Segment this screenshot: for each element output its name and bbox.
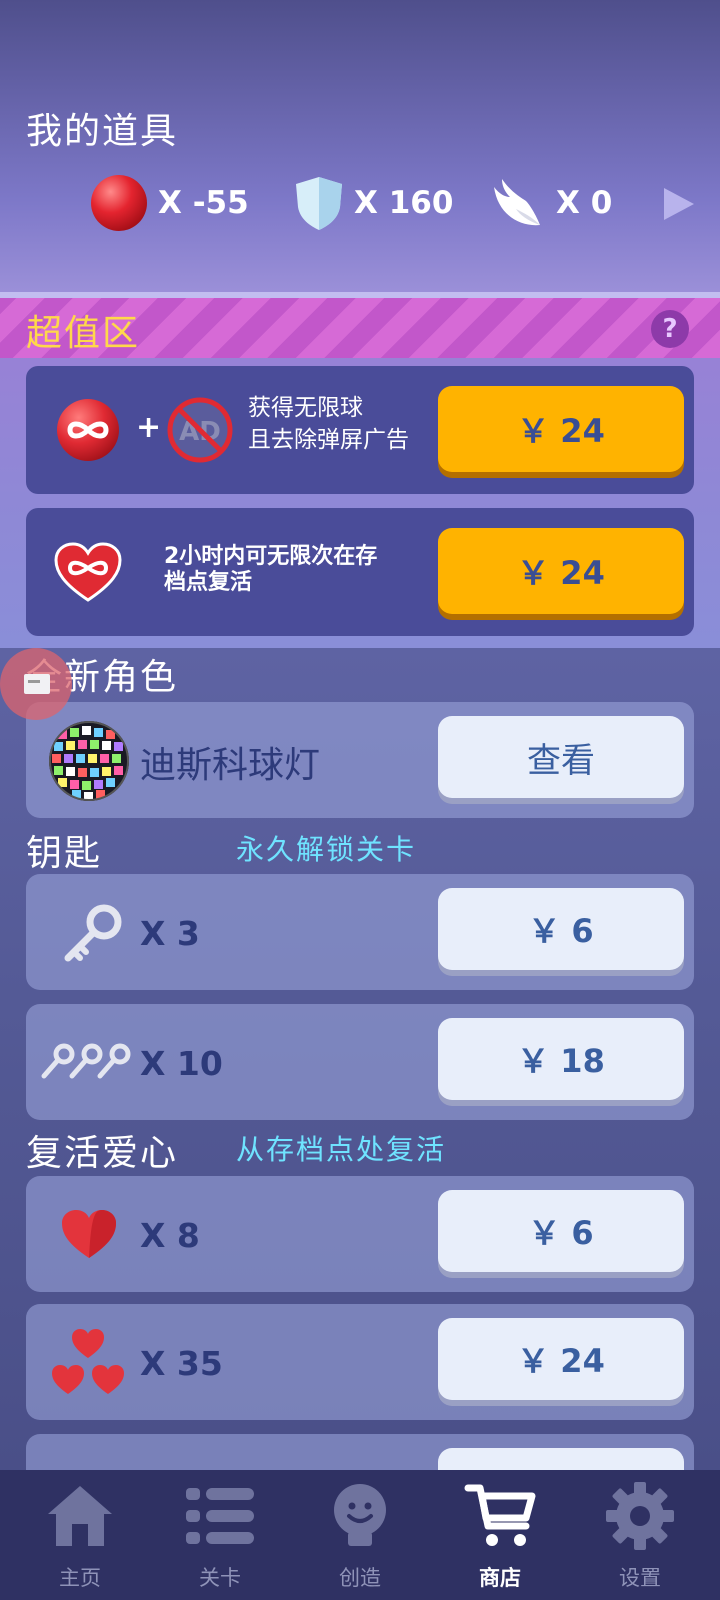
super-value-header: 超值区 ?: [0, 298, 720, 358]
home-icon: [48, 1486, 112, 1546]
cart-icon: [464, 1484, 536, 1546]
no-ads-icon: AD: [167, 397, 233, 463]
view-character-button[interactable]: 查看: [438, 716, 684, 798]
buy-key-pack-10-button[interactable]: ￥ 18: [438, 1018, 684, 1100]
key-icon: [64, 904, 122, 962]
help-button[interactable]: ?: [651, 310, 689, 348]
heart-pack-35-qty: X 35: [140, 1344, 223, 1383]
shield-icon: [296, 177, 342, 230]
red-ball-icon: [91, 175, 147, 231]
key-pack-10: X 10 ￥ 18: [26, 1004, 694, 1120]
inventory-balls: X -55: [90, 172, 249, 234]
keys-section-subtitle: 永久解锁关卡: [236, 833, 417, 866]
buy-unlimited-button[interactable]: ￥ 24: [438, 386, 684, 472]
keys-bundle-icon: [41, 1043, 131, 1079]
offer-unlimited-line1: 获得无限球: [248, 395, 363, 421]
lightbulb-icon: [334, 1484, 386, 1546]
nav-home[interactable]: 主页: [8, 1470, 152, 1600]
nav-home-label: 主页: [59, 1566, 101, 1590]
heart-icon: [62, 1210, 116, 1258]
buy-heart-pack-8-button[interactable]: ￥ 6: [438, 1190, 684, 1272]
buy-revive-button[interactable]: ￥ 24: [438, 528, 684, 614]
floating-assist-button[interactable]: [0, 648, 72, 720]
heart-pack-35: X 35 ￥ 24: [26, 1304, 694, 1420]
offer-unlimited-revive: 2小时内可无限次在存 档点复活 ￥ 24: [26, 508, 694, 636]
character-name: 迪斯科球灯: [140, 745, 321, 786]
offer-revive-line1: 2小时内可无限次在存: [164, 544, 378, 569]
nav-levels[interactable]: 关卡: [148, 1470, 292, 1600]
infinity-heart-icon: [54, 542, 122, 602]
list-icon: [186, 1488, 254, 1544]
keys-section-title: 钥匙: [26, 833, 103, 874]
buy-heart-pack-35-button[interactable]: ￥ 24: [438, 1318, 684, 1400]
balls-count: X -55: [158, 185, 249, 221]
infinity-ball-icon: [57, 399, 119, 461]
offer-revive-desc: 2小时内可无限次在存 档点复活: [164, 544, 377, 596]
hearts-section-title: 复活爱心: [26, 1133, 179, 1174]
hearts-bundle-icon: [52, 1329, 124, 1394]
nav-shop-label: 商店: [479, 1566, 521, 1590]
offer-revive-line2: 档点复活: [164, 570, 253, 595]
nav-shop[interactable]: 商店: [428, 1470, 572, 1600]
gear-icon: [606, 1482, 674, 1550]
plus-icon: +: [136, 410, 162, 445]
inventory-header: 我的道具 X -55 X 160 X 0: [0, 0, 720, 298]
hearts-section-subtitle: 从存档点处复活: [236, 1133, 447, 1166]
bottom-navigation: 主页 关卡 创造 商店 设置: [0, 1470, 720, 1600]
character-card-disco: 迪斯科球灯 查看: [26, 702, 694, 818]
super-value-zone: 超值区 ? + AD 获得无限球 且去除弹屏广告 ￥ 24: [0, 298, 720, 648]
key-pack-3: X 3 ￥ 6: [26, 874, 694, 990]
nav-levels-label: 关卡: [199, 1566, 241, 1590]
nav-settings-label: 设置: [619, 1566, 661, 1590]
window-icon: [24, 674, 50, 694]
key-pack-3-qty: X 3: [140, 914, 200, 953]
wing-icon: [494, 179, 540, 226]
nav-create[interactable]: 创造: [288, 1470, 432, 1600]
inventory-shields: X 160: [294, 172, 453, 234]
heart-pack-8-qty: X 8: [140, 1216, 200, 1255]
buy-key-pack-3-button[interactable]: ￥ 6: [438, 888, 684, 970]
nav-settings[interactable]: 设置: [568, 1470, 712, 1600]
offer-unlimited-line2: 且去除弹屏广告: [248, 427, 409, 453]
inventory-next-arrow-icon[interactable]: [664, 188, 694, 220]
inventory-wings: X 0: [490, 172, 612, 234]
heart-pack-8: X 8 ￥ 6: [26, 1176, 694, 1292]
key-pack-10-qty: X 10: [140, 1044, 223, 1083]
shields-count: X 160: [354, 185, 454, 221]
wings-count: X 0: [556, 185, 613, 221]
shop-page: 我的道具 X -55 X 160 X 0 超值区 ? + 获得无限球 且去除弹屏…: [0, 0, 720, 1600]
offer-unlimited-desc: 获得无限球 且去除弹屏广告: [248, 392, 409, 456]
super-value-title: 超值区: [26, 313, 141, 354]
disco-ball-icon: [49, 721, 129, 801]
offer-unlimited-balls: + AD 获得无限球 且去除弹屏广告 ￥ 24: [26, 366, 694, 494]
inventory-title: 我的道具: [26, 111, 179, 152]
nav-create-label: 创造: [339, 1566, 381, 1590]
